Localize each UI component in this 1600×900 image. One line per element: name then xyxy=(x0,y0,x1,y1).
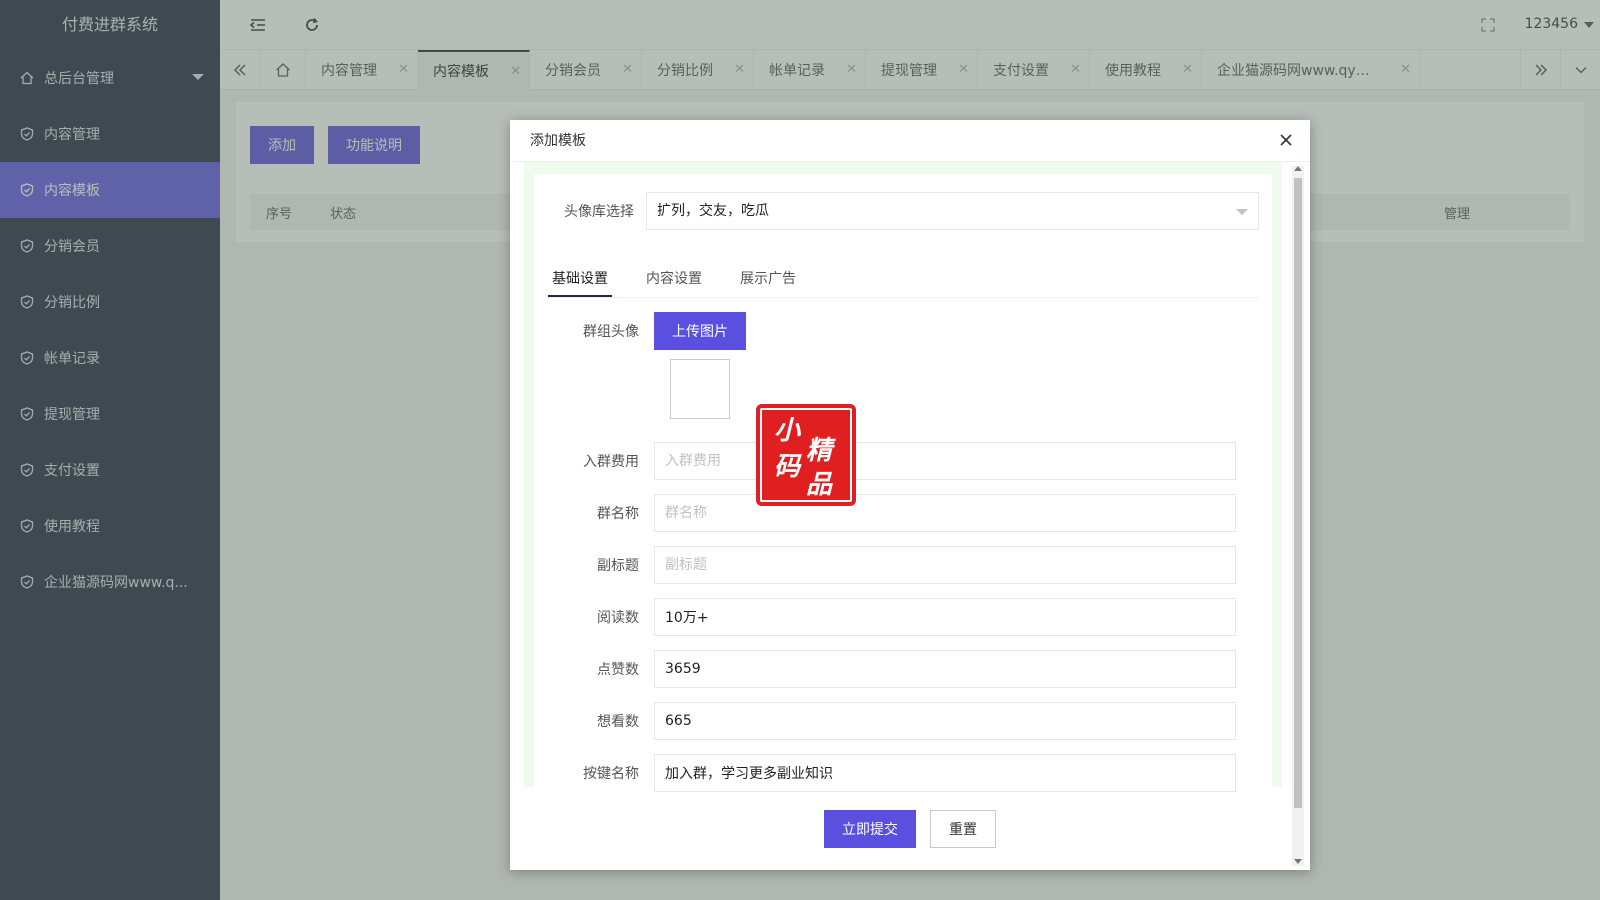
wants-label: 想看数 xyxy=(597,714,639,730)
dialog-title: 添加模板 xyxy=(510,120,1310,162)
form-panel: 头像库选择 扩列，交友，吃瓜 基础设置 内容设置 展示广告 群组头像 上传图片 … xyxy=(534,174,1272,792)
avatar-preview xyxy=(670,359,730,419)
chevron-down-icon xyxy=(1236,209,1248,215)
stamp-char: 精 xyxy=(806,436,833,466)
subtitle-label: 副标题 xyxy=(597,558,639,574)
group-avatar-row: 群组头像 上传图片 xyxy=(534,312,746,350)
group-name-label: 群名称 xyxy=(597,506,639,522)
likes-label: 点赞数 xyxy=(597,662,639,678)
subtab-content[interactable]: 内容设置 xyxy=(642,262,706,297)
scroll-up-icon[interactable] xyxy=(1294,166,1302,171)
wants-input[interactable] xyxy=(654,702,1236,740)
dialog-footer: 立即提交 重置 xyxy=(510,787,1310,870)
likes-input[interactable] xyxy=(654,650,1236,688)
wants-row: 想看数 xyxy=(534,702,1236,740)
fee-input[interactable] xyxy=(654,442,1236,480)
upload-image-button[interactable]: 上传图片 xyxy=(654,312,746,350)
stamp-char: 小 xyxy=(774,416,801,446)
fee-label: 入群费用 xyxy=(583,454,639,470)
group-name-row: 群名称 xyxy=(534,494,1236,532)
stamp-char: 品 xyxy=(806,470,833,500)
avatar-lib-row: 头像库选择 扩列，交友，吃瓜 xyxy=(534,192,1259,230)
dialog-scrollbar[interactable] xyxy=(1292,166,1304,866)
stamp-char: 码 xyxy=(774,452,801,482)
group-name-input[interactable] xyxy=(654,494,1236,532)
subtitle-row: 副标题 xyxy=(534,546,1236,584)
submit-button[interactable]: 立即提交 xyxy=(824,809,916,848)
subtab-ads[interactable]: 展示广告 xyxy=(736,262,800,297)
dialog-body: 头像库选择 扩列，交友，吃瓜 基础设置 内容设置 展示广告 群组头像 上传图片 … xyxy=(524,162,1282,792)
close-icon[interactable] xyxy=(1276,130,1296,150)
reads-label: 阅读数 xyxy=(597,610,639,626)
avatar-lib-select[interactable]: 扩列，交友，吃瓜 xyxy=(646,192,1259,230)
add-template-dialog: 添加模板 头像库选择 扩列，交友，吃瓜 基础设置 内容设置 展示广告 群组头像 … xyxy=(510,120,1310,870)
subtab-basic[interactable]: 基础设置 xyxy=(548,262,612,297)
fee-row: 入群费用 xyxy=(534,442,1236,480)
watermark-stamp: 小 精 码 品 xyxy=(756,404,856,506)
form-subtabs: 基础设置 内容设置 展示广告 xyxy=(548,262,1258,298)
avatar-lib-value: 扩列，交友，吃瓜 xyxy=(657,203,769,219)
reads-input[interactable] xyxy=(654,598,1236,636)
subtitle-input[interactable] xyxy=(654,546,1236,584)
reads-row: 阅读数 xyxy=(534,598,1236,636)
scroll-thumb[interactable] xyxy=(1294,178,1302,808)
button-name-label: 按键名称 xyxy=(583,766,639,782)
avatar-lib-label: 头像库选择 xyxy=(564,204,634,220)
likes-row: 点赞数 xyxy=(534,650,1236,688)
group-avatar-label: 群组头像 xyxy=(583,324,639,340)
reset-button[interactable]: 重置 xyxy=(930,809,996,848)
